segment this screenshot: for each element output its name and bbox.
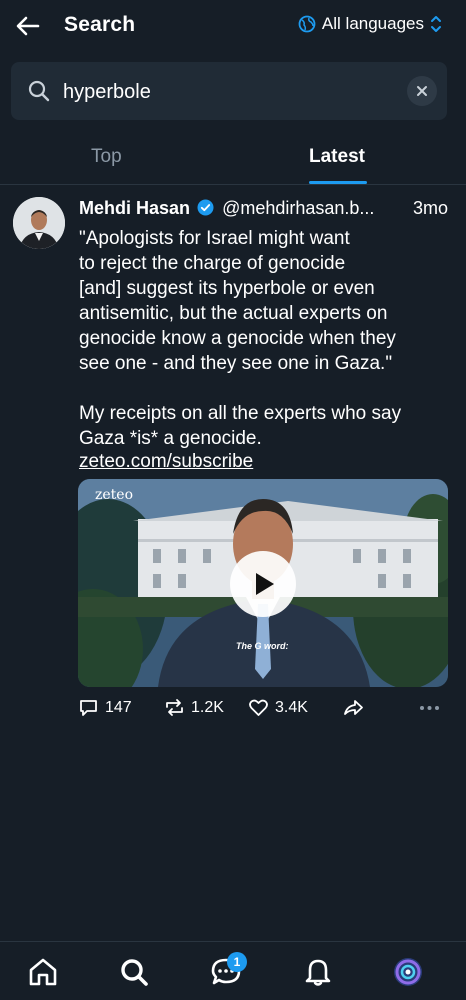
reply-count: 147 (105, 698, 132, 716)
reply-icon (80, 700, 97, 716)
home-icon[interactable] (27, 956, 59, 988)
author-handle[interactable]: @mehdirhasan.b... (222, 198, 374, 218)
avatar[interactable] (13, 197, 65, 249)
reply-button[interactable]: 147 (78, 697, 132, 718)
search-icon (28, 80, 50, 102)
video-thumbnail[interactable]: zeteo The G word: (78, 479, 448, 687)
messages-badge: 1 (227, 952, 247, 972)
share-icon (344, 700, 363, 715)
play-button[interactable] (230, 551, 296, 617)
page-title: Search (64, 13, 136, 36)
post-header: Mehdi Hasan @mehdirhasan.b... 3mo (79, 198, 454, 222)
like-button[interactable]: 3.4K (248, 697, 308, 718)
clear-search-button[interactable] (407, 76, 437, 106)
tab-latest[interactable]: Latest (309, 146, 365, 168)
like-count: 3.4K (275, 698, 308, 716)
notifications-bell-icon[interactable] (302, 956, 334, 988)
more-options-button[interactable] (419, 697, 440, 718)
repost-count: 1.2K (191, 698, 224, 716)
video-brand-logo: zeteo (95, 487, 134, 503)
search-tabs: Top Latest (0, 130, 466, 185)
chevron-up-down-icon (431, 16, 441, 32)
active-tab-indicator (309, 181, 367, 184)
post-time: 3mo (412, 198, 448, 218)
author-name[interactable]: Mehdi Hasan (79, 198, 190, 218)
language-label: All languages (321, 14, 424, 33)
more-horizontal-icon (420, 706, 439, 710)
top-bar: Search All languages (0, 0, 466, 54)
search-input[interactable] (61, 76, 395, 108)
post-actions: 147 1.2K 3.4K (78, 697, 448, 723)
profile-avatar-icon[interactable] (392, 956, 424, 988)
language-selector[interactable]: All languages (298, 14, 442, 34)
tab-top[interactable]: Top (91, 146, 122, 168)
post-link[interactable]: zeteo.com/subscribe (79, 451, 253, 473)
play-icon (256, 573, 274, 595)
repost-button[interactable]: 1.2K (164, 697, 224, 718)
share-button[interactable] (343, 697, 364, 718)
post-text: "Apologists for Israel might want to rej… (79, 228, 402, 449)
verified-badge-icon (197, 199, 214, 216)
search-bar (11, 62, 447, 120)
back-arrow-icon[interactable] (14, 12, 42, 40)
search-nav-icon[interactable] (118, 956, 150, 988)
avatar-image (13, 197, 65, 249)
bottom-navigation: 1 (0, 941, 466, 1000)
video-caption: The G word: (236, 641, 289, 651)
globe-icon (298, 15, 316, 33)
heart-icon (249, 699, 268, 716)
close-icon (417, 86, 427, 96)
repost-icon (166, 699, 183, 716)
